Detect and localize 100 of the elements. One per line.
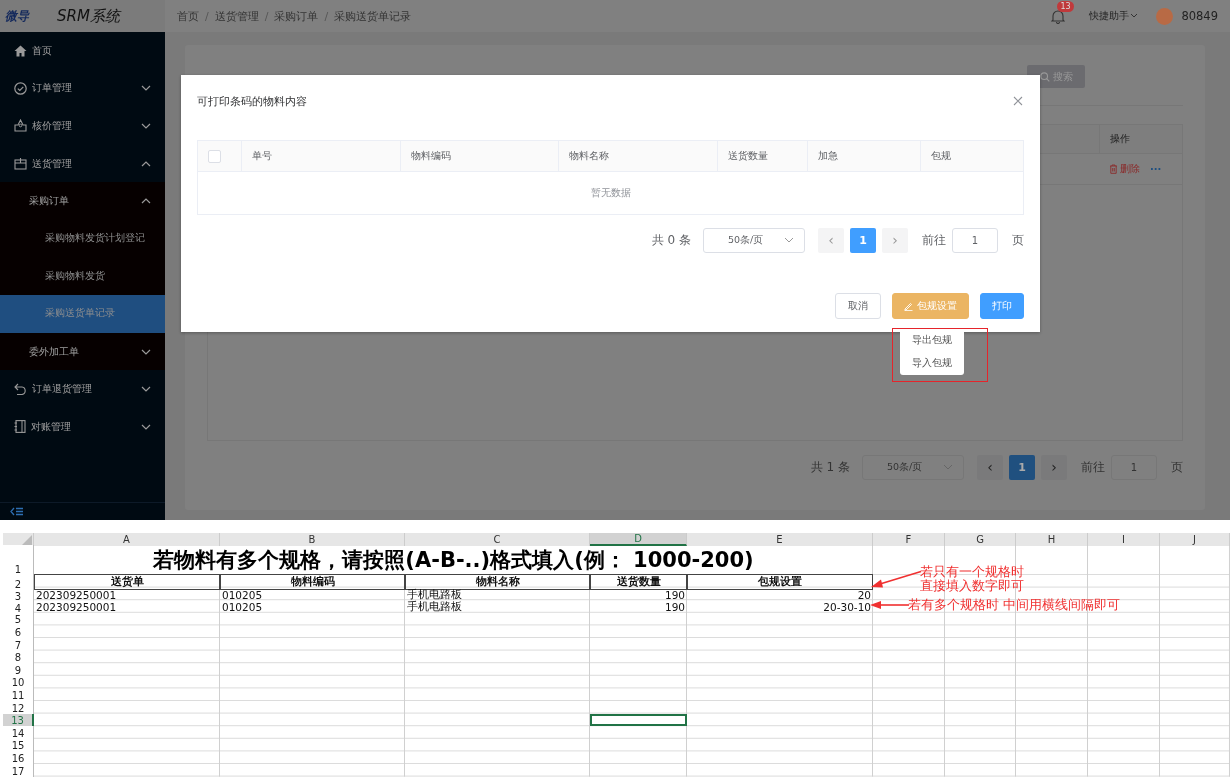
submenu-item[interactable]: 采购物料发货 xyxy=(0,257,165,296)
column-header: 单号 xyxy=(252,149,272,163)
submenu-item[interactable]: 采购物料发货计划登记 xyxy=(0,219,165,258)
column-letter[interactable]: J xyxy=(1160,533,1230,546)
chevron-icon xyxy=(141,423,151,430)
chevron-icon xyxy=(141,386,151,393)
previous-page-button[interactable]: ‹ xyxy=(977,454,1003,480)
menu-item[interactable]: 订单管理 xyxy=(0,69,165,108)
column-header: 物料编码 xyxy=(411,149,451,163)
column-header: 送货数量 xyxy=(728,149,768,163)
chevron-icon xyxy=(141,160,151,167)
system-name: SRM系统 xyxy=(57,6,120,26)
table-cell-text: 手机电路板 xyxy=(406,587,463,600)
column-letter[interactable]: D xyxy=(590,533,687,546)
pen-icon xyxy=(904,301,913,311)
notebook-icon xyxy=(14,420,26,434)
annotation-arrow xyxy=(869,600,909,610)
header-cell: 包规设置 xyxy=(687,575,873,590)
box-icon xyxy=(14,157,27,171)
empty-text: 暂无数据 xyxy=(590,187,631,200)
chevron-icon xyxy=(784,237,794,243)
goto-page-field[interactable]: 1 xyxy=(952,227,998,253)
notification-badge: 13 xyxy=(1057,0,1074,12)
column-letter[interactable]: G xyxy=(945,533,1016,546)
logo: 微导 xyxy=(5,7,29,25)
column-header: 包规 xyxy=(931,149,951,163)
close-icon[interactable] xyxy=(1013,96,1023,106)
column-letter[interactable]: I xyxy=(1088,533,1160,546)
dialog-title: 可打印条码的物料内容 xyxy=(197,93,307,109)
bell-icon[interactable] xyxy=(1051,8,1066,24)
chevron-icon xyxy=(141,123,151,129)
table-cell-text: 190 xyxy=(663,600,686,615)
row-number[interactable]: 4 xyxy=(3,600,34,615)
chevron-icon xyxy=(943,464,953,470)
user-name: 80849 xyxy=(1181,9,1218,23)
column-header: 物料名称 xyxy=(569,149,609,163)
submenu-item[interactable]: 采购订单 xyxy=(0,182,165,220)
cancel-button[interactable]: 取消 xyxy=(835,293,881,319)
header-cell: 送货数量 xyxy=(590,575,687,590)
table-cell-text: 20 xyxy=(856,587,872,602)
selected-cell[interactable] xyxy=(590,713,687,727)
table-cell-text: 202309250001 xyxy=(35,600,118,615)
table-cell-text: 202309250001 xyxy=(35,587,118,602)
column-letter[interactable]: E xyxy=(687,533,873,546)
breadcrumb-separator: / xyxy=(264,9,269,23)
breadcrumb-separator: / xyxy=(205,9,209,23)
chevron-icon xyxy=(1130,13,1139,19)
stamp-icon xyxy=(14,119,27,133)
column-letter[interactable]: F xyxy=(873,533,945,546)
submenu-item[interactable]: 委外加工单 xyxy=(0,332,165,371)
chevron-icon xyxy=(141,198,151,205)
collapse-menu-icon[interactable] xyxy=(10,507,24,516)
annotation-text: 直接填入数字即可 xyxy=(920,579,1024,593)
chevron-icon xyxy=(141,85,151,92)
page-unit: 页 xyxy=(1171,458,1183,476)
check-circle-icon xyxy=(14,81,27,95)
header-cell: 物料名称 xyxy=(405,575,590,590)
next-page-button[interactable]: › xyxy=(1041,454,1067,480)
annotation-text: 若只有一个规格时 xyxy=(920,565,1024,579)
breadcrumb-separator: / xyxy=(324,9,329,23)
quick-help-menu[interactable]: 快捷助手 xyxy=(1089,9,1139,23)
select-all-checkbox[interactable] xyxy=(208,149,221,163)
goto-label: 前往 xyxy=(922,231,946,249)
goto-label: 前往 xyxy=(1081,458,1105,476)
menu-item[interactable]: 核价管理 xyxy=(0,107,165,145)
column-letter[interactable]: B xyxy=(220,533,405,546)
dropdown-item[interactable]: 导入包规 xyxy=(912,356,952,370)
row-number[interactable]: 9 xyxy=(3,663,34,676)
column-letter[interactable]: A xyxy=(34,533,220,546)
column-letter[interactable]: H xyxy=(1016,533,1088,546)
row-number[interactable]: 6 xyxy=(3,625,34,638)
row-number[interactable]: 1 xyxy=(3,545,34,575)
triangle-icon xyxy=(22,535,32,545)
sheet-title: 若物料有多个规格，请按照(A-B-..)格式填入(例： 1000-200) xyxy=(153,546,754,574)
header-cell: 物料编码 xyxy=(220,575,405,590)
column-letter[interactable]: C xyxy=(405,533,590,546)
menu-item[interactable]: 订单退货管理 xyxy=(0,370,165,408)
trash-icon xyxy=(1109,164,1118,174)
table-cell-text: 010205 xyxy=(221,587,264,602)
menu-item[interactable]: 首页 xyxy=(0,32,165,70)
page-size-select[interactable]: 50条/页 xyxy=(703,227,805,253)
total-count: 共 1 条 xyxy=(810,458,850,476)
total-count: 共 0 条 xyxy=(651,231,691,249)
menu-item[interactable]: 对账管理 xyxy=(0,407,165,446)
row-number[interactable]: 14 xyxy=(3,726,34,739)
row-number[interactable]: 16 xyxy=(3,751,34,764)
page-number[interactable]: 1 xyxy=(1009,454,1035,480)
annotation-text: 若有多个规格时 中间用横线间隔即可 xyxy=(908,598,1121,612)
chevron-icon xyxy=(141,348,151,355)
row-number[interactable]: 11 xyxy=(3,688,34,701)
menu-item[interactable]: 送货管理 xyxy=(0,144,165,183)
page-unit: 页 xyxy=(1012,231,1024,249)
table-cell-text: 20-30-10 xyxy=(822,600,872,615)
table-cell-text: 190 xyxy=(663,587,686,602)
search-icon xyxy=(1039,71,1050,82)
table-cell-text: 010205 xyxy=(221,600,264,615)
header-cell: 送货单 xyxy=(34,575,220,590)
column-header: 加急 xyxy=(818,149,838,163)
dropdown-item[interactable]: 导出包规 xyxy=(912,333,952,347)
column-header: 操作 xyxy=(1099,125,1182,153)
